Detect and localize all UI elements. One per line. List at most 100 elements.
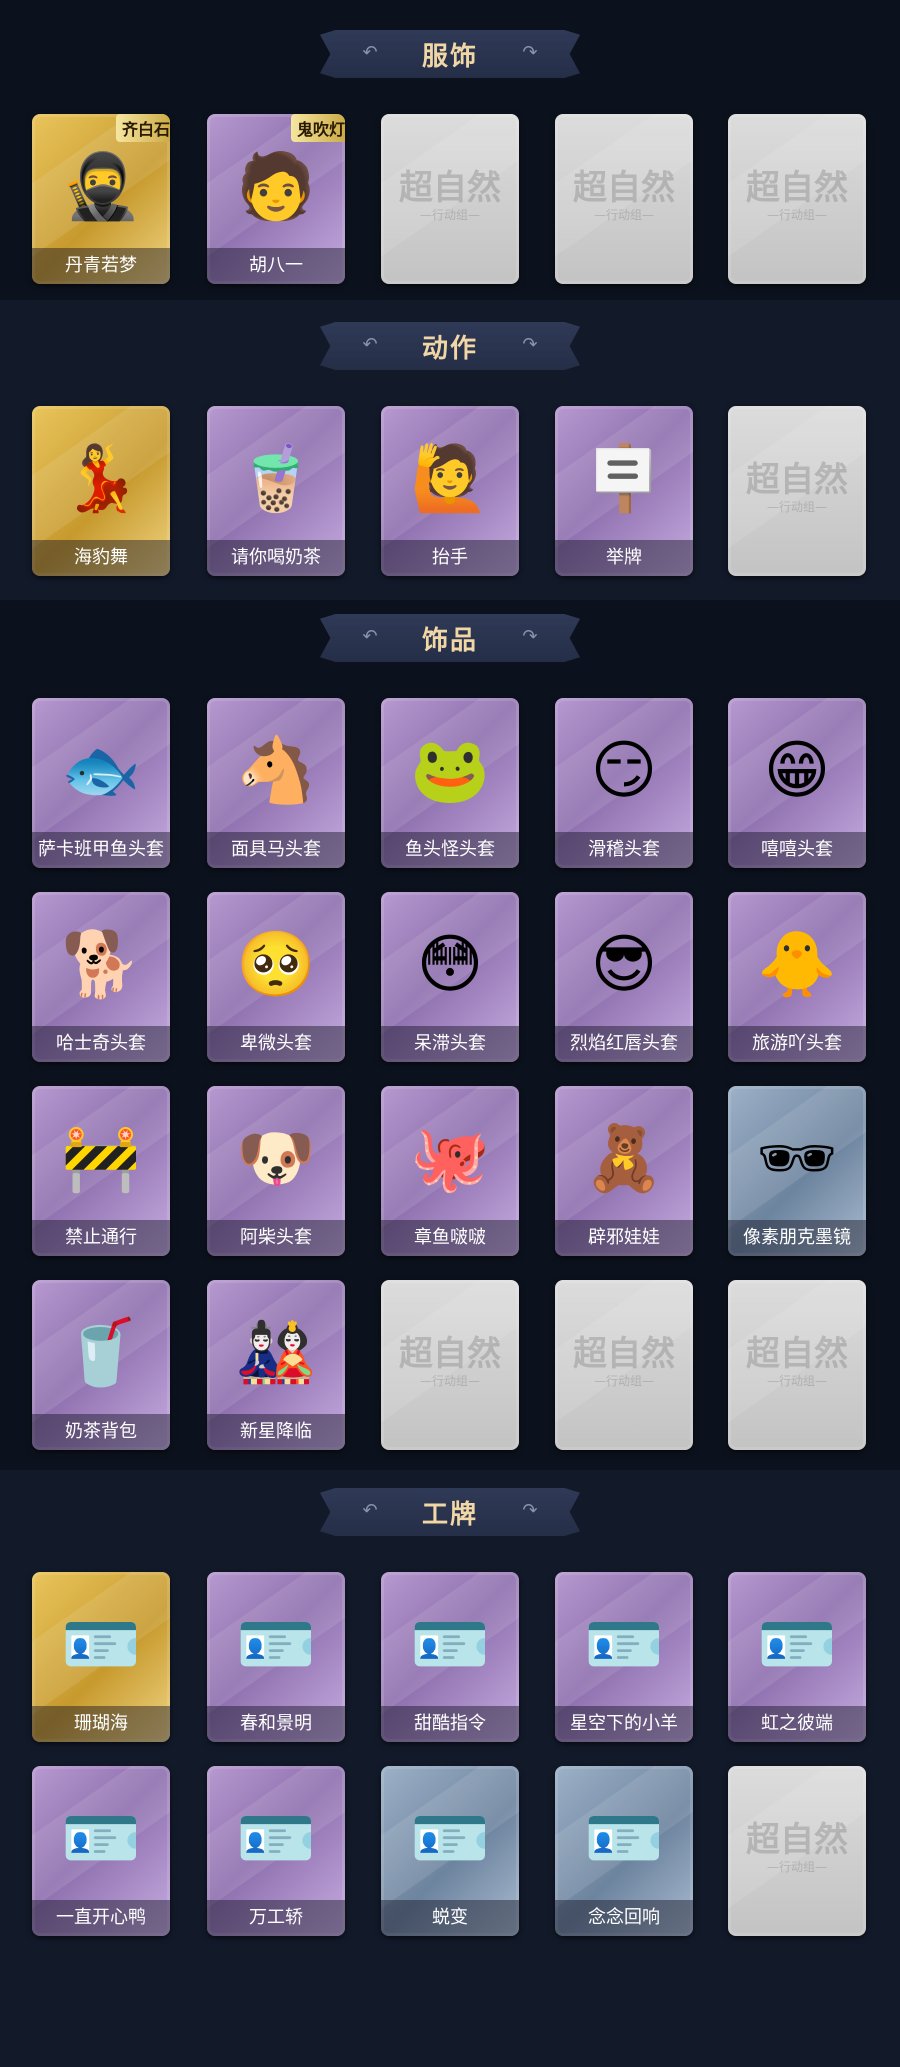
item-card[interactable]: 🧸 辟邪娃娃: [555, 1086, 693, 1256]
placeholder-logo-sub: —行动组—: [766, 500, 827, 514]
item-label: 虹之彼端: [728, 1706, 866, 1742]
locked-item-card[interactable]: 超自然 —行动组—: [728, 114, 866, 284]
item-card[interactable]: 🪪 一直开心鸭: [32, 1766, 170, 1936]
item-image-icon: 🐥: [757, 928, 837, 1002]
item-image-icon: 🪪: [61, 1802, 141, 1876]
item-card[interactable]: 😳 呆滞头套: [381, 892, 519, 1062]
item-card[interactable]: 🪪 珊瑚海: [32, 1572, 170, 1742]
item-label: 胡八一: [207, 248, 345, 284]
item-label: 旅游吖头套: [728, 1026, 866, 1062]
item-card[interactable]: 🪪 念念回响: [555, 1766, 693, 1936]
item-label: 章鱼啵啵: [381, 1220, 519, 1256]
item-image-icon: 🐸: [410, 734, 490, 808]
item-image-icon: 🧸: [584, 1122, 664, 1196]
item-card[interactable]: 🐟 萨卡班甲鱼头套: [32, 698, 170, 868]
swirl-right-icon: ↷: [522, 626, 538, 647]
item-image-icon: 🪪: [61, 1608, 141, 1682]
item-card[interactable]: 🐸 鱼头怪头套: [381, 698, 519, 868]
item-image-icon: 😎: [590, 928, 658, 1002]
item-label: 新星降临: [207, 1414, 345, 1450]
item-card[interactable]: 🐕 哈士奇头套: [32, 892, 170, 1062]
item-image-icon: 🪧: [584, 442, 664, 516]
locked-item-card[interactable]: 超自然 —行动组—: [728, 406, 866, 576]
item-label: 辟邪娃娃: [555, 1220, 693, 1256]
item-card[interactable]: 😎 烈焰红唇头套: [555, 892, 693, 1062]
item-card[interactable]: 🐙 章鱼啵啵: [381, 1086, 519, 1256]
item-image-icon: 🥺: [236, 928, 316, 1002]
placeholder-logo: 超自然: [573, 1334, 675, 1374]
swirl-left-icon: ↶: [362, 42, 378, 63]
item-card[interactable]: 🙋 抬手: [381, 406, 519, 576]
item-card[interactable]: 🐥 旅游吖头套: [728, 892, 866, 1062]
section-title: 动作: [421, 333, 478, 364]
item-card[interactable]: 🪧 举牌: [555, 406, 693, 576]
item-image-icon: 🪪: [236, 1608, 316, 1682]
item-image-icon: 🪪: [410, 1608, 490, 1682]
item-card[interactable]: 😁 嘻嘻头套: [728, 698, 866, 868]
item-card[interactable]: 🪪 甜酷指令: [381, 1572, 519, 1742]
locked-item-card[interactable]: 超自然 —行动组—: [381, 114, 519, 284]
item-card[interactable]: 🪪 虹之彼端: [728, 1572, 866, 1742]
item-image-icon: 😏: [590, 734, 658, 808]
swirl-right-icon: ↷: [522, 334, 538, 355]
item-image-icon: 🚧: [61, 1122, 141, 1196]
section-title: 工牌: [421, 1499, 478, 1530]
item-card[interactable]: 🚧 禁止通行: [32, 1086, 170, 1256]
locked-item-card[interactable]: 超自然 —行动组—: [555, 1280, 693, 1450]
placeholder-logo-sub: —行动组—: [419, 208, 480, 222]
locked-item-card[interactable]: 超自然 —行动组—: [728, 1280, 866, 1450]
item-image-icon: 🎎: [236, 1316, 316, 1390]
item-card[interactable]: 🕶 像素朋克墨镜: [728, 1086, 866, 1256]
item-label: 蜕变: [381, 1900, 519, 1936]
item-label: 烈焰红唇头套: [555, 1026, 693, 1062]
item-card[interactable]: 🪪 星空下的小羊: [555, 1572, 693, 1742]
placeholder-logo: 超自然: [746, 1820, 848, 1860]
item-label: 像素朋克墨镜: [728, 1220, 866, 1256]
item-image-icon: 🧋: [236, 442, 316, 516]
item-image-icon: 🥤: [61, 1316, 141, 1390]
item-label: 鱼头怪头套: [381, 832, 519, 868]
item-card[interactable]: 🪪 万工轿: [207, 1766, 345, 1936]
item-card[interactable]: 🥤 奶茶背包: [32, 1280, 170, 1450]
placeholder-logo: 超自然: [746, 168, 848, 208]
item-card[interactable]: 🥺 卑微头套: [207, 892, 345, 1062]
item-card[interactable]: 🪪 春和景明: [207, 1572, 345, 1742]
item-label: 念念回响: [555, 1900, 693, 1936]
item-image-icon: 🪪: [584, 1608, 664, 1682]
item-card[interactable]: 🧑 鬼吹灯 胡八一: [207, 114, 345, 284]
item-image-icon: 🐟: [61, 734, 141, 808]
item-label: 春和景明: [207, 1706, 345, 1742]
locked-item-card[interactable]: 超自然 —行动组—: [728, 1766, 866, 1936]
placeholder-logo: 超自然: [746, 1334, 848, 1374]
item-label: 阿柴头套: [207, 1220, 345, 1256]
section-banner: ↶ 工牌 ↷: [320, 1488, 580, 1536]
item-label: 万工轿: [207, 1900, 345, 1936]
item-image-icon: 😁: [763, 734, 831, 808]
placeholder-logo-sub: —行动组—: [593, 208, 654, 222]
collab-badge: 齐白石: [115, 114, 170, 142]
section-title: 饰品: [421, 625, 478, 656]
item-label: 请你喝奶茶: [207, 540, 345, 576]
item-image-icon: 🐙: [410, 1122, 490, 1196]
item-card[interactable]: 😏 滑稽头套: [555, 698, 693, 868]
item-image-icon: 😳: [416, 928, 484, 1002]
item-label: 丹青若梦: [32, 248, 170, 284]
item-card[interactable]: 🎎 新星降临: [207, 1280, 345, 1450]
item-card[interactable]: 🪪 蜕变: [381, 1766, 519, 1936]
item-card[interactable]: 🐶 阿柴头套: [207, 1086, 345, 1256]
item-image-icon: 🙋: [410, 442, 490, 516]
placeholder-logo-sub: —行动组—: [593, 1374, 654, 1388]
item-label: 甜酷指令: [381, 1706, 519, 1742]
section-banner: ↶ 饰品 ↷: [320, 614, 580, 662]
locked-item-card[interactable]: 超自然 —行动组—: [381, 1280, 519, 1450]
placeholder-logo: 超自然: [399, 1334, 501, 1374]
item-card[interactable]: 💃 海豹舞: [32, 406, 170, 576]
placeholder-logo: 超自然: [573, 168, 675, 208]
item-label: 海豹舞: [32, 540, 170, 576]
locked-item-card[interactable]: 超自然 —行动组—: [555, 114, 693, 284]
item-card[interactable]: 🥷 齐白石 丹青若梦: [32, 114, 170, 284]
item-card[interactable]: 🐴 面具马头套: [207, 698, 345, 868]
item-image-icon: 💃: [61, 442, 141, 516]
placeholder-logo-sub: —行动组—: [766, 1860, 827, 1874]
item-card[interactable]: 🧋 请你喝奶茶: [207, 406, 345, 576]
